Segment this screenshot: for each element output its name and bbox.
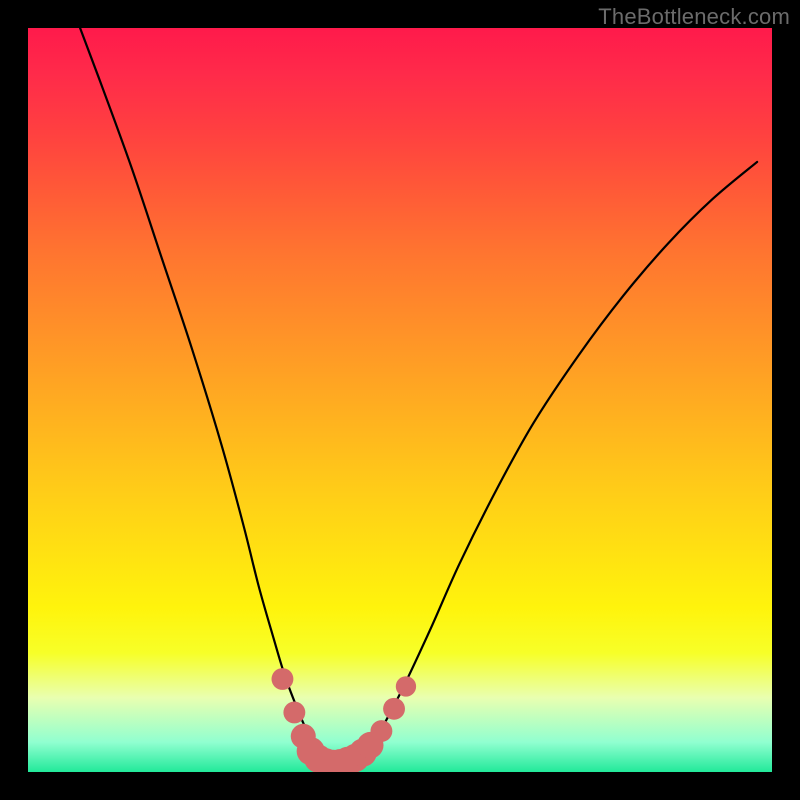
curve-marker [272, 668, 294, 690]
watermark-text: TheBottleneck.com [598, 4, 790, 30]
curve-marker [383, 698, 405, 720]
curve-marker [396, 676, 416, 696]
curve-marker [283, 702, 305, 724]
chart-svg [28, 28, 772, 772]
plot-area [28, 28, 772, 772]
bottleneck-curve [80, 28, 757, 765]
curve-markers [272, 668, 417, 772]
curve-marker [370, 720, 392, 742]
outer-frame: TheBottleneck.com [0, 0, 800, 800]
